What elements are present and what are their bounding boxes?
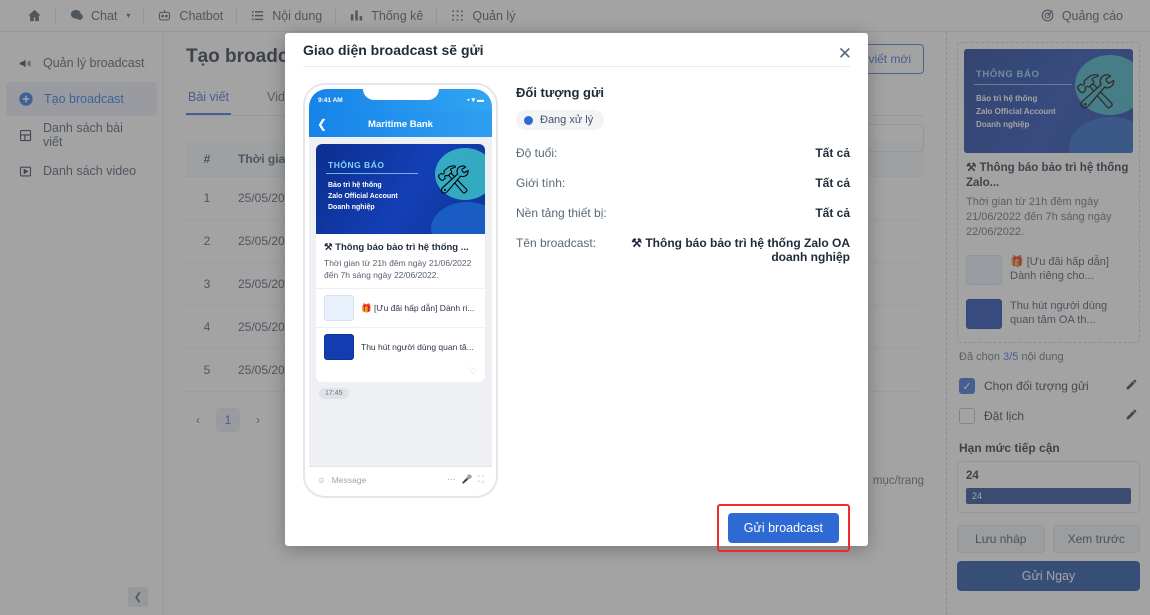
- detail-row-gender: Giới tính: Tất cả: [516, 176, 850, 190]
- banner-title: THÔNG BÁO: [328, 160, 385, 171]
- item-thumbnail: [324, 295, 354, 322]
- status-icons: ▪ ▾ ▬: [467, 97, 484, 105]
- detail-value: Tất cả: [815, 146, 850, 161]
- modal-body: 9:41 AM ▪ ▾ ▬ ❮ Maritime Bank 🛠 THÔNG BÁ…: [285, 67, 868, 499]
- message-banner: 🛠 THÔNG BÁO Bảo trì hệ thống Zalo Offici…: [316, 144, 485, 235]
- chevron-left-icon[interactable]: ❮: [317, 117, 327, 131]
- send-broadcast-button[interactable]: Gửi broadcast: [727, 513, 839, 544]
- phone-nav-bar: ❮ Maritime Bank: [309, 111, 492, 138]
- emoji-icon[interactable]: ☺: [317, 475, 326, 485]
- status-label: Đang xử lý: [540, 114, 594, 127]
- send-broadcast-highlight: Gửi broadcast: [716, 504, 850, 553]
- detail-label: Tên broadcast:: [516, 236, 597, 251]
- more-icon[interactable]: ⋯: [447, 474, 456, 485]
- phone-conversation: 🛠 THÔNG BÁO Bảo trì hệ thống Zalo Offici…: [309, 137, 492, 467]
- phone-screen: 9:41 AM ▪ ▾ ▬ ❮ Maritime Bank 🛠 THÔNG BÁ…: [309, 89, 492, 493]
- detail-label: Độ tuổi:: [516, 146, 558, 161]
- detail-row-age: Độ tuổi: Tất cả: [516, 146, 850, 160]
- status-time: 9:41 AM: [318, 96, 343, 104]
- detail-heading: Đối tượng gửi: [516, 85, 604, 101]
- heart-icon[interactable]: ♡: [316, 366, 485, 382]
- status-dot-icon: [524, 115, 533, 125]
- message-desc: Thời gian từ 21h đêm ngày 21/06/2022 đến…: [324, 258, 472, 281]
- detail-value: Tất cả: [815, 206, 850, 221]
- image-icon[interactable]: ⛶: [478, 474, 484, 485]
- detail-label: Giới tính:: [516, 176, 566, 191]
- banner-lines: Bảo trì hệ thống Zalo Official Account D…: [328, 182, 398, 212]
- banner-rule: [326, 173, 418, 175]
- message-timestamp: 17:45: [319, 388, 349, 400]
- detail-value: Tất cả: [815, 176, 850, 191]
- item-label: 🎁 [Ưu đãi hấp dẫn] Dành ri...: [361, 303, 475, 314]
- detail-value: ⚒ Thông báo bảo trì hệ thống Zalo OA doa…: [631, 236, 850, 265]
- banner-blob-2: [431, 202, 485, 235]
- message-card[interactable]: 🛠 THÔNG BÁO Bảo trì hệ thống Zalo Offici…: [316, 144, 485, 383]
- list-item[interactable]: Thu hút người dùng quan tâ...: [316, 327, 485, 366]
- phone-nav-title: Maritime Bank: [368, 118, 433, 130]
- tools-illustration: 🛠: [435, 164, 471, 196]
- message-placeholder: Message: [331, 474, 367, 485]
- phone-preview: 9:41 AM ▪ ▾ ▬ ❮ Maritime Bank 🛠 THÔNG BÁ…: [303, 83, 498, 499]
- phone-notch: [362, 89, 439, 101]
- status-badge: Đang xử lý: [516, 110, 605, 131]
- detail-row-name: Tên broadcast: ⚒ Thông báo bảo trì hệ th…: [516, 236, 850, 264]
- modal-title: Giao diện broadcast sẽ gửi: [303, 41, 484, 58]
- detail-label: Nền tảng thiết bị:: [516, 206, 607, 221]
- phone-status-bar: 9:41 AM ▪ ▾ ▬: [309, 89, 492, 112]
- audience-detail: Đối tượng gửi Đang xử lý Độ tuổi: Tất cả…: [516, 83, 850, 498]
- mic-icon[interactable]: 🎤: [461, 474, 472, 485]
- modal-footer: Gửi broadcast: [285, 498, 868, 553]
- phone-input-bar[interactable]: ☺ Message ⋯ 🎤 ⛶: [309, 466, 492, 493]
- detail-row-platform: Nền tảng thiết bị: Tất cả: [516, 206, 850, 220]
- modal-header: Giao diện broadcast sẽ gửi ✕: [285, 33, 868, 66]
- item-thumbnail: [324, 334, 354, 361]
- list-item[interactable]: 🎁 [Ưu đãi hấp dẫn] Dành ri...: [316, 288, 485, 327]
- broadcast-preview-modal: Giao diện broadcast sẽ gửi ✕ 9:41 AM ▪ ▾…: [285, 33, 868, 553]
- item-label: Thu hút người dùng quan tâ...: [361, 342, 474, 353]
- close-icon[interactable]: ✕: [838, 45, 852, 62]
- message-title: ⚒ Thông báo bảo trì hệ thống ...: [324, 242, 469, 254]
